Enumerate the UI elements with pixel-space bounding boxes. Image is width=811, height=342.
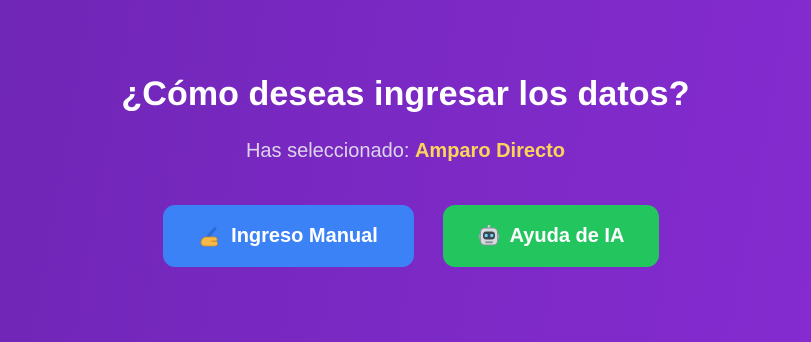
ai-help-label: Ayuda de IA (509, 224, 625, 247)
selected-option: Amparo Directo (414, 140, 566, 162)
entry-method-screen: ¿Cómo deseas ingresar los datos? Has sel… (0, 0, 811, 342)
selection-summary: Has seleccionado: Amparo Directo (0, 138, 811, 164)
ai-help-button[interactable]: Ayuda de IA (443, 205, 659, 267)
page-title: ¿Cómo deseas ingresar los datos? (121, 75, 690, 113)
manual-entry-button[interactable]: Ingreso Manual (163, 205, 414, 267)
robot-icon (478, 225, 500, 247)
writing-hand-icon (199, 225, 221, 247)
manual-entry-label: Ingreso Manual (231, 224, 378, 247)
selection-prefix: Has seleccionado: (245, 140, 410, 162)
